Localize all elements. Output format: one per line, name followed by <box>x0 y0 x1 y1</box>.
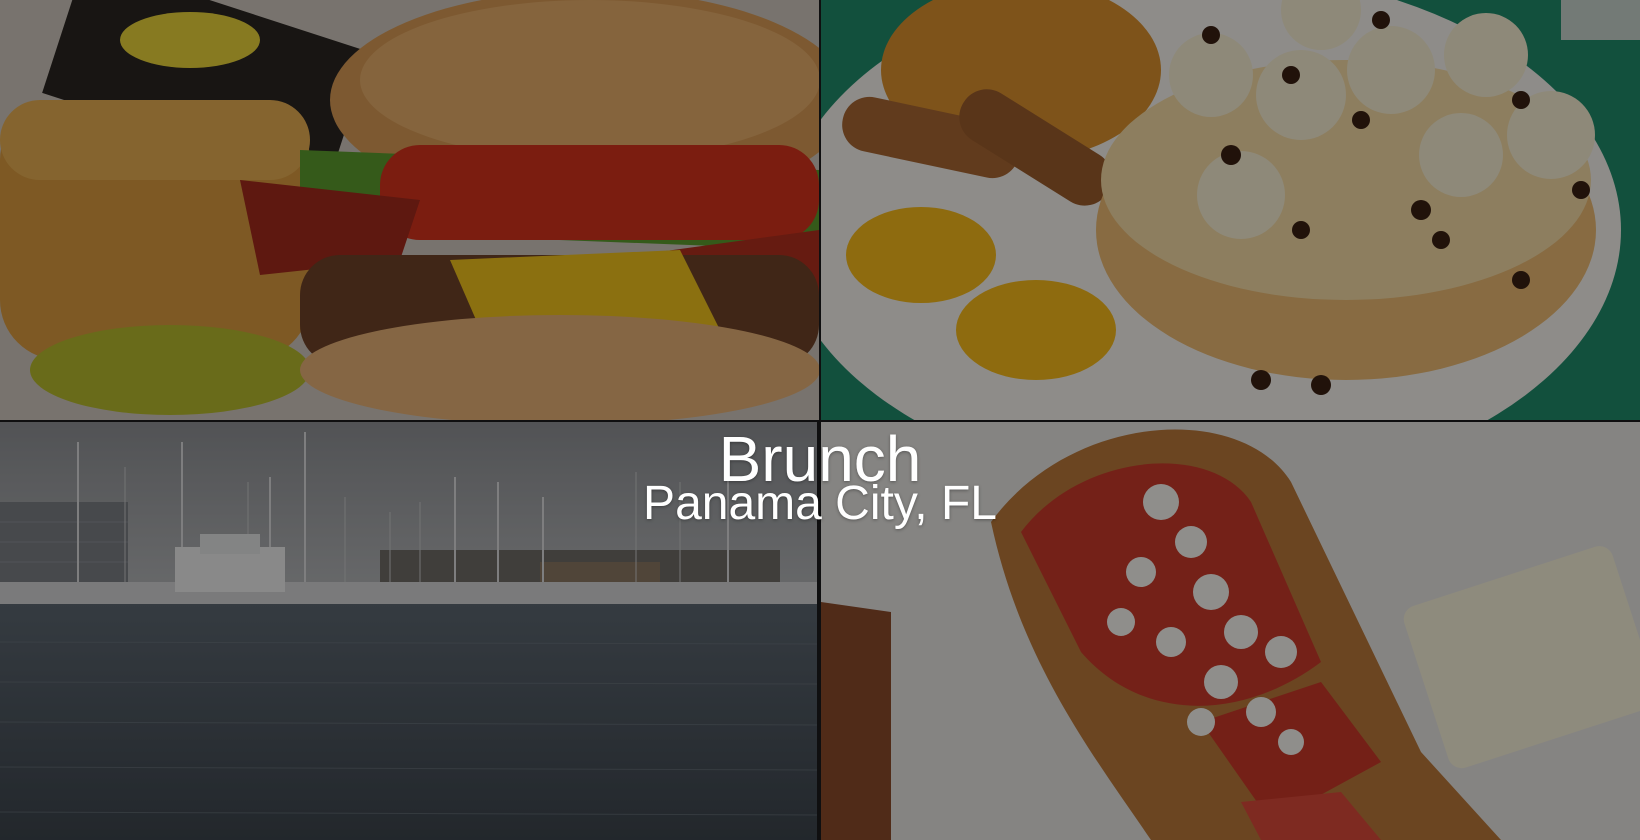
pancake-breakfast-photo <box>821 0 1640 420</box>
location-subtitle: Panama City, FL <box>643 477 997 530</box>
hero-banner: Brunch Panama City, FL <box>0 0 1640 840</box>
burger-photo <box>0 0 819 420</box>
